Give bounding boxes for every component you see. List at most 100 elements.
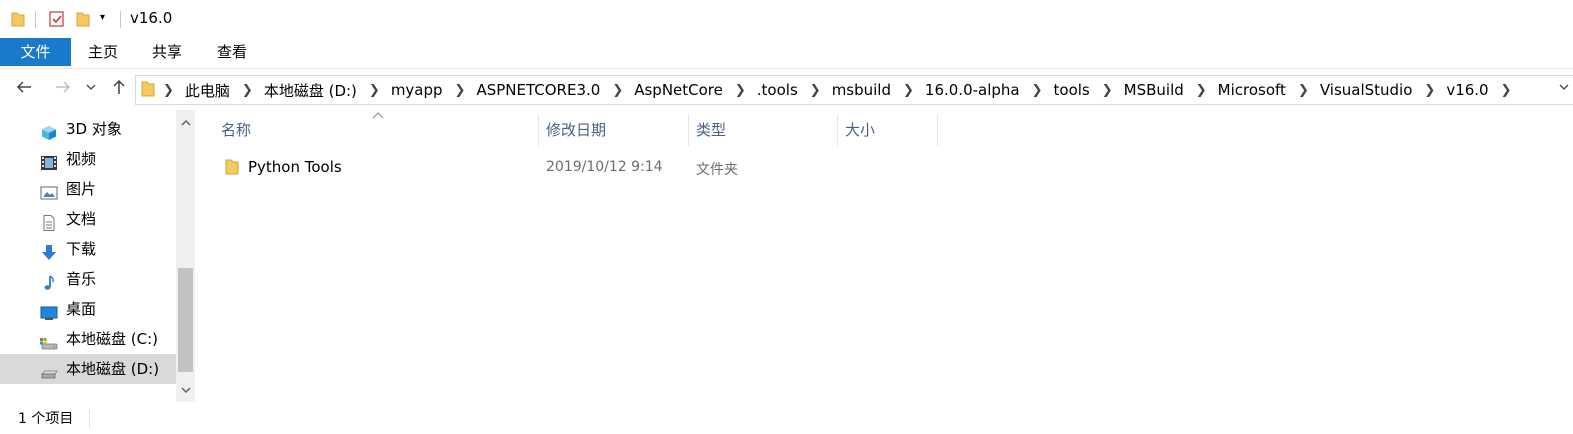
nav-item-drive-d[interactable]: 本地磁盘 (D:) bbox=[0, 354, 176, 384]
chevron-right-icon[interactable]: ❯ bbox=[1022, 83, 1052, 98]
forward-button[interactable] bbox=[52, 78, 74, 100]
address-bar[interactable]: ❯ 此电脑 ❯ 本地磁盘 (D:) ❯ myapp ❯ ASPNETCORE3.… bbox=[135, 75, 1573, 105]
drive-c-icon bbox=[40, 331, 58, 350]
chevron-right-icon[interactable]: ❯ bbox=[800, 83, 830, 98]
nav-item-drive-c[interactable]: 本地磁盘 (C:) bbox=[0, 324, 176, 354]
folder-icon bbox=[225, 158, 239, 179]
divider bbox=[89, 410, 90, 428]
videos-icon bbox=[40, 151, 58, 170]
file-row[interactable]: Python Tools 2019/10/12 9:14 文件夹 bbox=[216, 153, 756, 183]
file-type: 文件夹 bbox=[696, 162, 738, 178]
scroll-down-button[interactable] bbox=[176, 381, 195, 401]
chevron-down-icon bbox=[1559, 84, 1569, 90]
chevron-right-icon[interactable]: ❯ bbox=[232, 83, 262, 98]
divider bbox=[35, 11, 36, 28]
nav-item-documents[interactable]: 文档 bbox=[0, 204, 176, 234]
new-folder-icon[interactable] bbox=[75, 10, 91, 32]
crumb-microsoft[interactable]: Microsoft bbox=[1216, 81, 1288, 99]
crumb-alpha[interactable]: 16.0.0-alpha bbox=[923, 81, 1022, 99]
breadcrumb: ❯ 此电脑 ❯ 本地磁盘 (D:) ❯ myapp ❯ ASPNETCORE3.… bbox=[136, 76, 1521, 104]
up-button[interactable] bbox=[108, 78, 130, 100]
nav-item-music[interactable]: 音乐 bbox=[0, 264, 176, 294]
file-name: Python Tools bbox=[248, 158, 342, 176]
crumb-this-pc[interactable]: 此电脑 bbox=[183, 80, 232, 101]
divider bbox=[120, 11, 121, 28]
chevron-right-icon[interactable]: ❯ bbox=[602, 83, 632, 98]
window-title: v16.0 bbox=[130, 9, 173, 27]
nav-item-pictures[interactable]: 图片 bbox=[0, 174, 176, 204]
scroll-up-button[interactable] bbox=[176, 114, 195, 134]
column-header-size[interactable]: 大小 bbox=[845, 114, 935, 146]
tab-view[interactable]: 查看 bbox=[208, 38, 256, 66]
up-arrow-icon bbox=[113, 79, 125, 94]
column-divider[interactable] bbox=[937, 114, 938, 146]
pictures-icon bbox=[40, 181, 58, 200]
folder-icon[interactable] bbox=[10, 10, 26, 32]
recent-locations-button[interactable] bbox=[82, 78, 100, 100]
crumb-tools-dot[interactable]: .tools bbox=[755, 81, 800, 99]
crumb-aspnetcore[interactable]: AspNetCore bbox=[632, 81, 725, 99]
chevron-down-icon bbox=[180, 387, 191, 394]
scroll-thumb[interactable] bbox=[178, 268, 193, 372]
nav-item-label: 文档 bbox=[66, 210, 97, 228]
chevron-right-icon[interactable]: ❯ bbox=[359, 83, 389, 98]
crumb-aspnetcore3[interactable]: ASPNETCORE3.0 bbox=[474, 81, 602, 99]
tab-home[interactable]: 主页 bbox=[79, 38, 127, 66]
tab-file[interactable]: 文件 bbox=[0, 38, 71, 66]
nav-item-3d-objects[interactable]: 3D 对象 bbox=[0, 114, 176, 144]
drive-d-icon bbox=[40, 361, 58, 379]
item-count: 1 个项目 bbox=[18, 411, 74, 427]
crumb-myapp[interactable]: myapp bbox=[389, 81, 445, 99]
nav-item-desktop[interactable]: 桌面 bbox=[0, 294, 176, 324]
desktop-icon bbox=[40, 301, 58, 320]
column-divider[interactable] bbox=[688, 114, 689, 146]
ribbon-tabs: 文件 主页 共享 查看 bbox=[0, 38, 1573, 69]
back-button[interactable] bbox=[13, 78, 35, 100]
nav-item-videos[interactable]: 视频 bbox=[0, 144, 176, 174]
customize-dropdown-icon[interactable]: ▾ bbox=[100, 12, 105, 23]
music-icon bbox=[40, 271, 58, 290]
nav-item-label: 桌面 bbox=[66, 300, 97, 318]
nav-item-label: 视频 bbox=[66, 150, 97, 168]
status-bar: 1 个项目 bbox=[0, 402, 1573, 434]
chevron-right-icon[interactable]: ❯ bbox=[163, 83, 183, 98]
forward-arrow-icon bbox=[56, 81, 71, 93]
nav-item-label: 图片 bbox=[66, 180, 97, 198]
title-bar: ▾ v16.0 bbox=[0, 0, 1573, 38]
address-dropdown-button[interactable] bbox=[1556, 78, 1572, 100]
nav-item-label: 本地磁盘 (D:) bbox=[66, 360, 160, 378]
crumb-msbuild-2[interactable]: MSBuild bbox=[1122, 81, 1186, 99]
navigation-pane: 3D 对象 视频 图片 文档 下载 音乐 桌面 本地磁盘 (C:) 本地磁盘 (… bbox=[0, 110, 196, 402]
column-divider[interactable] bbox=[538, 114, 539, 146]
3d-objects-icon bbox=[40, 121, 58, 140]
crumb-msbuild[interactable]: msbuild bbox=[830, 81, 893, 99]
crumb-drive-d[interactable]: 本地磁盘 (D:) bbox=[262, 80, 359, 101]
nav-item-label: 3D 对象 bbox=[66, 120, 122, 138]
file-modified: 2019/10/12 9:14 bbox=[546, 159, 663, 175]
column-header-name[interactable]: 名称 bbox=[221, 114, 539, 146]
chevron-right-icon[interactable]: ❯ bbox=[1288, 83, 1318, 98]
column-divider[interactable] bbox=[837, 114, 838, 146]
chevron-right-icon[interactable]: ❯ bbox=[1186, 83, 1216, 98]
nav-item-label: 音乐 bbox=[66, 270, 97, 288]
crumb-tools[interactable]: tools bbox=[1052, 81, 1092, 99]
folder-icon bbox=[136, 80, 163, 101]
chevron-right-icon[interactable]: ❯ bbox=[1491, 83, 1521, 98]
chevron-down-icon bbox=[86, 84, 96, 90]
chevron-right-icon[interactable]: ❯ bbox=[445, 83, 475, 98]
nav-scrollbar[interactable] bbox=[176, 110, 195, 402]
chevron-right-icon[interactable]: ❯ bbox=[1092, 83, 1122, 98]
nav-item-label: 本地磁盘 (C:) bbox=[66, 330, 158, 348]
chevron-right-icon[interactable]: ❯ bbox=[725, 83, 755, 98]
chevron-right-icon[interactable]: ❯ bbox=[893, 83, 923, 98]
downloads-icon bbox=[40, 241, 58, 260]
crumb-visualstudio[interactable]: VisualStudio bbox=[1318, 81, 1415, 99]
tab-share[interactable]: 共享 bbox=[143, 38, 191, 66]
nav-item-downloads[interactable]: 下载 bbox=[0, 234, 176, 264]
back-arrow-icon bbox=[16, 81, 31, 93]
chevron-right-icon[interactable]: ❯ bbox=[1414, 83, 1444, 98]
crumb-v16[interactable]: v16.0 bbox=[1444, 81, 1490, 99]
column-header-modified[interactable]: 修改日期 bbox=[546, 114, 686, 146]
column-header-type[interactable]: 类型 bbox=[696, 114, 836, 146]
properties-icon[interactable] bbox=[48, 10, 66, 32]
